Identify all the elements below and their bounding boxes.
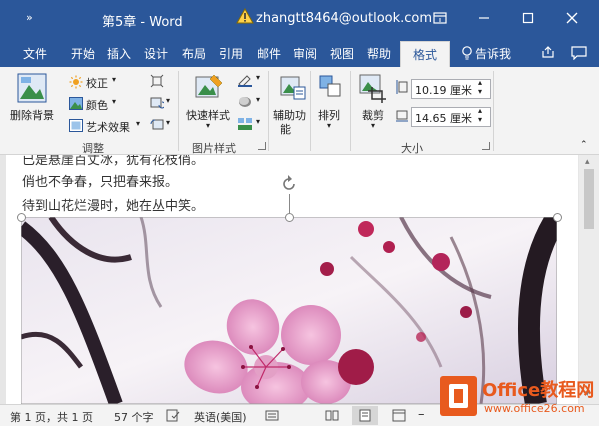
chevron-down-icon[interactable]: ▾ — [327, 121, 331, 130]
account-name[interactable]: zhangtt8464@outlook.com — [256, 11, 432, 26]
picture-styles-launcher-icon[interactable] — [258, 142, 266, 150]
sun-icon — [69, 75, 83, 89]
quick-styles-icon[interactable] — [194, 73, 224, 103]
group-divider — [310, 71, 311, 151]
office-logo-icon — [440, 376, 477, 416]
width-spinner-icon[interactable]: ▴ ▾ — [478, 106, 482, 124]
warning-icon[interactable] — [236, 8, 254, 24]
reset-picture-icon[interactable] — [150, 118, 164, 132]
document-line: 待到山花烂漫时，她在丛中笑。 — [22, 199, 205, 214]
chevron-down-icon[interactable]: ▾ — [136, 119, 140, 128]
picture-layout-icon[interactable] — [237, 117, 253, 131]
change-picture-icon[interactable] — [150, 96, 164, 110]
scrollbar-thumb[interactable] — [584, 169, 594, 229]
chevron-down-icon[interactable]: ▾ — [256, 73, 260, 82]
picture-styles-group-label: 图片样式 — [192, 142, 236, 155]
color-button[interactable]: 颜色 — [86, 97, 108, 113]
document-line: 俏也不争春，只把春来报。 — [22, 175, 179, 190]
proofing-icon[interactable] — [166, 409, 180, 422]
chevron-down-icon[interactable]: ▾ — [166, 118, 170, 127]
chevron-down-icon[interactable]: ▾ — [371, 121, 375, 130]
height-spinner-icon[interactable]: ▴ ▾ — [478, 78, 482, 96]
picture-effects-icon[interactable] — [237, 95, 253, 109]
artistic-effects-button[interactable]: 艺术效果 — [86, 119, 130, 135]
compress-pictures-icon[interactable] — [150, 74, 164, 88]
shape-width-icon — [396, 110, 408, 122]
size-launcher-icon[interactable] — [482, 142, 490, 150]
word-count[interactable]: 57 个字 — [114, 409, 154, 425]
document-area: 已是悬崖百丈冰，犹有花枝俏。 俏也不争春，只把春来报。 待到山花烂漫时，她在丛中… — [0, 155, 599, 404]
collapse-ribbon-icon[interactable]: ⌃ — [580, 140, 588, 150]
ribbon-tabs: 文件 开始 插入 设计 布局 引用 邮件 审阅 视图 帮助 格式 告诉我 — [0, 37, 599, 67]
page-count[interactable]: 第 1 页，共 1 页 — [10, 409, 93, 425]
resize-handle-top-left[interactable] — [17, 213, 26, 222]
picture-border-icon[interactable] — [237, 73, 253, 87]
tell-me-search[interactable]: 告诉我 — [475, 45, 511, 62]
group-divider — [493, 71, 494, 151]
color-icon — [69, 97, 83, 110]
tab-file[interactable]: 文件 — [23, 45, 47, 62]
shape-height-value: 10.19 厘米 — [415, 84, 472, 97]
arrange-icon[interactable] — [318, 73, 344, 101]
share-icon[interactable] — [540, 45, 556, 59]
tab-layout[interactable]: 布局 — [182, 45, 206, 62]
watermark-url: www.office26.com — [484, 402, 585, 415]
read-mode-icon[interactable] — [325, 409, 339, 422]
size-group-label: 大小 — [401, 142, 423, 155]
tab-home[interactable]: 开始 — [71, 45, 95, 62]
chevron-down-icon[interactable]: ▾ — [256, 95, 260, 104]
print-layout-button[interactable] — [352, 406, 378, 425]
web-layout-icon[interactable] — [392, 409, 406, 422]
tab-help[interactable]: 帮助 — [367, 45, 391, 62]
tab-format[interactable]: 格式 — [400, 41, 451, 67]
group-divider — [350, 71, 351, 151]
close-icon[interactable] — [560, 6, 584, 30]
ribbon-display-options-icon[interactable] — [428, 6, 452, 30]
resize-handle-top-center[interactable] — [285, 213, 294, 222]
macro-record-icon[interactable] — [265, 409, 279, 422]
document-title: 第5章 - Word — [102, 15, 183, 30]
shape-height-icon — [396, 80, 408, 94]
accessibility-label-line2[interactable]: 能 — [280, 121, 291, 137]
comments-icon[interactable] — [571, 46, 587, 60]
language-indicator[interactable]: 英语(美国) — [194, 409, 247, 425]
document-line: 已是悬崖百丈冰，犹有花枝俏。 — [22, 155, 205, 168]
shape-width-value: 14.65 厘米 — [415, 112, 472, 125]
ribbon: 删除背景 校正 ▾ 颜色 ▾ 艺术效果 ▾ ▾ ▾ 调整 快速样式 ▾ ▾ ▾ … — [0, 67, 599, 155]
office26-watermark: Office教程网 www.office26.com — [440, 374, 599, 426]
title-bar: » 第5章 - Word zhangtt8464@outlook.com — [0, 0, 599, 37]
adjust-group-label: 调整 — [82, 142, 104, 155]
lightbulb-icon — [462, 46, 472, 60]
crop-icon[interactable] — [358, 73, 388, 103]
document-page[interactable]: 已是悬崖百丈冰，犹有花枝俏。 俏也不争春，只把春来报。 待到山花烂漫时，她在丛中… — [6, 155, 578, 404]
remove-background-icon[interactable] — [17, 73, 47, 103]
minimize-icon[interactable] — [472, 6, 496, 30]
corrections-button[interactable]: 校正 — [86, 75, 108, 91]
chevron-down-icon[interactable]: ▾ — [166, 96, 170, 105]
print-layout-icon — [359, 409, 371, 422]
tab-view[interactable]: 视图 — [330, 45, 354, 62]
artistic-effects-icon — [69, 119, 83, 132]
zoom-out-icon[interactable]: – — [418, 407, 425, 422]
maximize-icon[interactable] — [516, 6, 540, 30]
quick-access-toolbar[interactable]: » — [26, 11, 33, 24]
tab-insert[interactable]: 插入 — [107, 45, 131, 62]
tab-design[interactable]: 设计 — [144, 45, 168, 62]
tab-mailings[interactable]: 邮件 — [257, 45, 281, 62]
chevron-down-icon[interactable]: ▾ — [112, 97, 116, 106]
remove-background-label[interactable]: 删除背景 — [10, 107, 54, 123]
resize-handle-top-right[interactable] — [553, 213, 562, 222]
group-divider — [178, 71, 179, 151]
tab-references[interactable]: 引用 — [219, 45, 243, 62]
scroll-up-icon[interactable]: ▴ — [585, 157, 590, 167]
alt-text-icon[interactable] — [280, 73, 306, 101]
group-divider — [268, 71, 269, 151]
vertical-scrollbar[interactable]: ▴ ▾ — [579, 155, 599, 404]
chevron-down-icon[interactable]: ▾ — [206, 121, 210, 130]
chevron-down-icon[interactable]: ▾ — [112, 75, 116, 84]
rotate-handle-icon[interactable] — [279, 174, 299, 194]
watermark-brand: Office教程网 — [482, 380, 595, 401]
chevron-down-icon[interactable]: ▾ — [256, 117, 260, 126]
tab-review[interactable]: 审阅 — [293, 45, 317, 62]
